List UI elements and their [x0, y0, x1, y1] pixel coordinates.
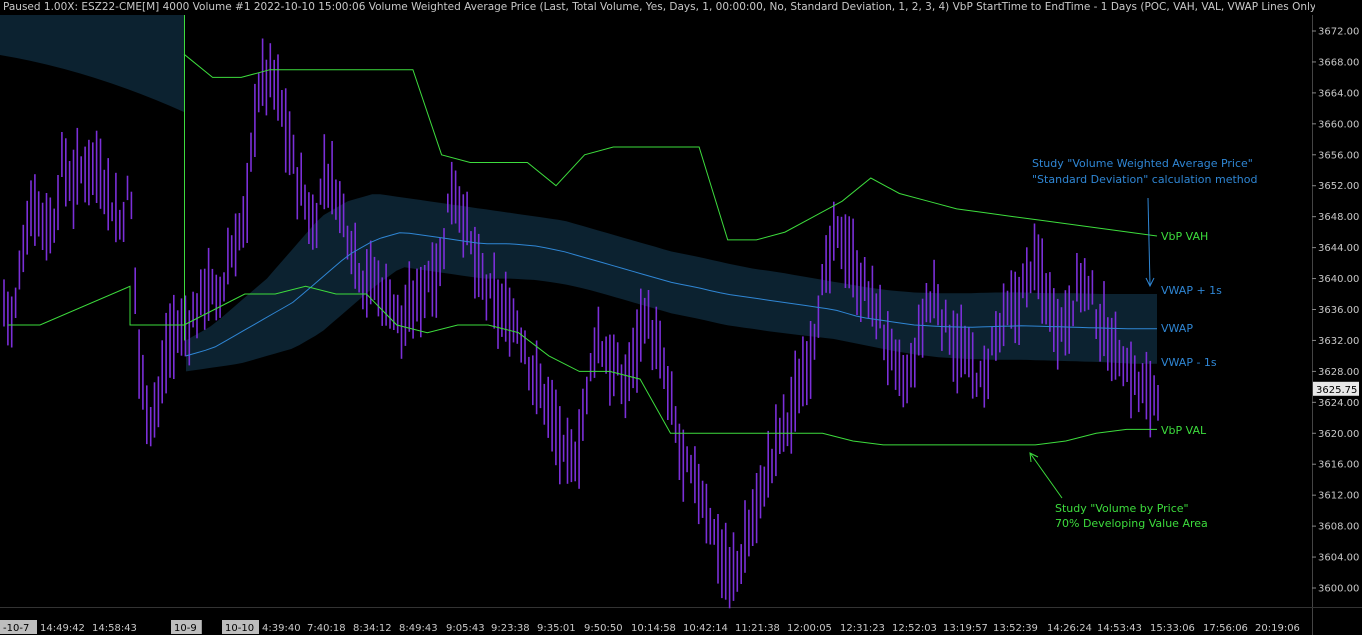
x-tick-label: 9:23:38 — [491, 623, 530, 634]
x-tick-label: 12:00:05 — [787, 623, 832, 634]
y-tick-label: 3628.00 — [1318, 367, 1359, 378]
annotation-vwap-title: Study "Volume Weighted Average Price" — [1032, 157, 1253, 170]
y-tick-label: 3616.00 — [1318, 460, 1359, 471]
x-tick-label: 14:26:24 — [1047, 623, 1092, 634]
y-tick-label: 3612.00 — [1318, 491, 1359, 502]
x-tick-label: 14:49:42 — [40, 623, 85, 634]
series-label: VWAP + 1s — [1161, 284, 1222, 297]
series-label: VbP VAL — [1161, 424, 1207, 437]
y-tick-label: 3600.00 — [1318, 584, 1359, 595]
y-tick-label: 3668.00 — [1318, 57, 1359, 68]
x-tick-label: 9:50:50 — [584, 623, 623, 634]
x-tick-label: 14:58:43 — [92, 623, 137, 634]
x-tick-label: 13:52:39 — [993, 623, 1038, 634]
series-label: VWAP - 1s — [1161, 356, 1217, 369]
x-tick-label: 12:31:23 — [840, 623, 885, 634]
x-tick-label: 11:21:38 — [735, 623, 780, 634]
y-tick-label: 3604.00 — [1318, 553, 1359, 564]
x-tick-label: 10-10 — [225, 623, 254, 634]
y-tick-label: 3672.00 — [1318, 27, 1359, 38]
x-tick-label: 17:56:06 — [1203, 623, 1248, 634]
last-price-label: 3625.75 — [1316, 385, 1357, 396]
x-tick-label: 13:19:57 — [943, 623, 988, 634]
x-tick-label: -10-7 — [3, 623, 29, 634]
y-tick-label: 3636.00 — [1318, 305, 1359, 316]
time-axis[interactable]: -10-7 14:49:42 14:58:43 10-9 10-10 4:39:40 7:4… — [0, 620, 1300, 634]
y-tick-label: 3656.00 — [1318, 150, 1359, 161]
y-tick-label: 3660.00 — [1318, 119, 1359, 130]
annotation-vbp-area: 70% Developing Value Area — [1055, 517, 1208, 530]
price-axis[interactable]: 3672.00 3668.00 3664.00 3660.00 3656.00 3652.… — [1312, 27, 1359, 595]
prior-session-band — [0, 15, 184, 112]
series-label: VWAP — [1161, 322, 1193, 335]
x-tick-label: 8:34:12 — [353, 623, 392, 634]
y-tick-label: 3620.00 — [1318, 429, 1359, 440]
x-tick-label: 8:49:43 — [399, 623, 438, 634]
x-tick-label: 4:39:40 — [262, 623, 301, 634]
arrow-vwap — [1147, 197, 1151, 286]
y-tick-label: 3640.00 — [1318, 274, 1359, 285]
chart-header: Paused 1.00X: ESZ22-CME[M] 4000 Volume #… — [0, 0, 1315, 15]
x-tick-label: 10:42:14 — [683, 623, 728, 634]
x-tick-label: 15:33:06 — [1150, 623, 1195, 634]
y-tick-label: 3652.00 — [1318, 181, 1359, 192]
x-tick-label: 9:05:43 — [446, 623, 485, 634]
annotation-vbp-title: Study "Volume by Price" — [1055, 502, 1189, 515]
price-chart[interactable]: 3672.00 3668.00 3664.00 3660.00 3656.00 3652.… — [0, 0, 1362, 635]
y-tick-label: 3624.00 — [1318, 398, 1359, 409]
x-tick-label: 7:40:18 — [307, 623, 346, 634]
y-tick-label: 3648.00 — [1318, 212, 1359, 223]
x-tick-label: 14:53:43 — [1097, 623, 1142, 634]
x-tick-label: 9:35:01 — [537, 623, 576, 634]
y-tick-label: 3632.00 — [1318, 336, 1359, 347]
series-label: VbP VAH — [1161, 230, 1208, 243]
x-tick-label: 20:19:06 — [1255, 623, 1300, 634]
prior-val-line — [8, 285, 184, 326]
x-tick-label: 10:14:58 — [631, 623, 676, 634]
x-tick-label: 10-9 — [174, 623, 197, 634]
y-tick-label: 3664.00 — [1318, 88, 1359, 99]
arrow-vbp — [1029, 452, 1063, 499]
y-tick-label: 3608.00 — [1318, 522, 1359, 533]
annotation-vwap-method: "Standard Deviation" calculation method — [1032, 173, 1257, 186]
y-tick-label: 3644.00 — [1318, 243, 1359, 254]
x-tick-label: 12:52:03 — [892, 623, 937, 634]
